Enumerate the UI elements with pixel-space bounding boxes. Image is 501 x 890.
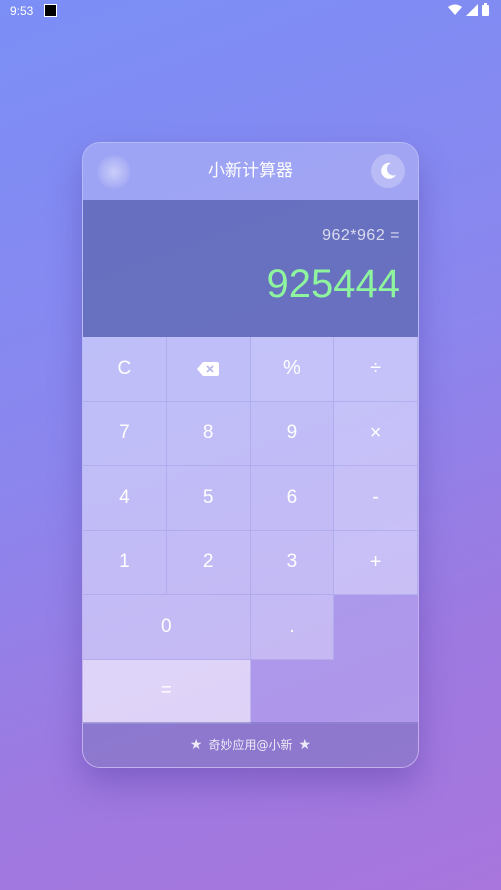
empty-key-area [250,659,418,724]
notification-icon [44,4,57,17]
expression-text: 962*962 = [322,227,400,244]
digit-6-button[interactable]: 6 [250,466,335,531]
status-time: 9:53 [10,4,34,18]
empty-key-area [334,595,418,660]
footer: ★ 奇妙应用@小新 ★ [83,722,418,767]
digit-8-button[interactable]: 8 [166,401,251,466]
digit-5-button[interactable]: 5 [166,466,251,531]
footer-text: 奇妙应用@小新 [208,738,293,752]
calculator-card: 小新计算器 962*962 = 925444 C % ÷ 7 8 9 × 4 5… [82,142,419,768]
digit-0-button[interactable]: 0 [83,595,251,660]
clear-button[interactable]: C [83,337,167,402]
keypad: C % ÷ 7 8 9 × 4 5 6 - 1 2 3 + 0 . = [83,337,418,724]
digit-1-button[interactable]: 1 [83,530,167,595]
multiply-button[interactable]: × [334,401,418,466]
app-title: 小新计算器 [208,161,293,181]
percent-button[interactable]: % [250,337,335,402]
signal-icon [466,3,478,16]
title-bar: 小新计算器 [83,143,418,200]
display-panel: 962*962 = 925444 [83,200,418,337]
digit-3-button[interactable]: 3 [250,530,335,595]
status-bar: 9:53 [0,0,501,22]
backspace-button[interactable] [166,337,251,402]
moon-icon [381,162,396,179]
decimal-point-button[interactable]: . [250,595,335,660]
digit-2-button[interactable]: 2 [166,530,251,595]
plus-button[interactable]: + [334,530,418,595]
equals-button[interactable]: = [83,659,251,724]
status-icons [448,3,489,16]
star-icon: ★ [298,736,312,753]
theme-toggle-button[interactable] [371,154,405,188]
minus-button[interactable]: - [334,466,418,531]
result-text: 925444 [266,262,400,306]
digit-4-button[interactable]: 4 [83,466,167,531]
digit-9-button[interactable]: 9 [250,401,335,466]
wifi-icon [448,4,462,15]
digit-7-button[interactable]: 7 [83,401,167,466]
divide-button[interactable]: ÷ [334,337,418,402]
star-icon: ★ [189,736,203,753]
battery-icon [482,3,489,16]
backspace-icon [197,361,220,376]
